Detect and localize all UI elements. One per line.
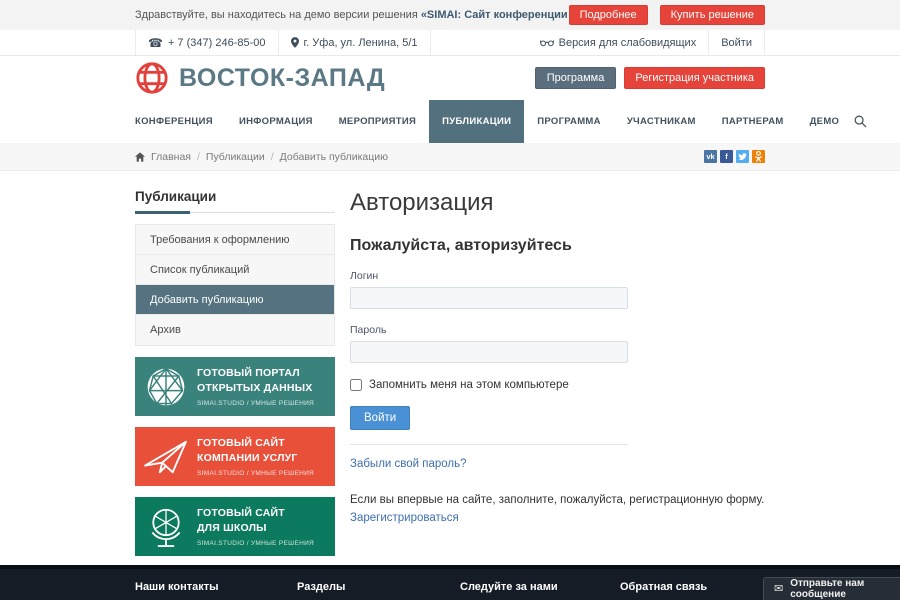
buy-solution-button[interactable]: Купить решение <box>660 5 765 25</box>
register-participant-button[interactable]: Регистрация участника <box>624 67 765 89</box>
remember-me-label: Запомнить меня на этом компьютере <box>369 379 569 391</box>
sidebar-item-requirements[interactable]: Требования к оформлению <box>136 225 334 255</box>
address-text: г. Уфа, ул. Ленина, 5/1 <box>304 37 418 49</box>
twitter-icon[interactable] <box>736 150 749 163</box>
chat-widget-button[interactable]: ✉ Отправьте нам сообщение <box>763 577 900 600</box>
details-button[interactable]: Подробнее <box>569 5 648 25</box>
remember-me-row: Запомнить меня на этом компьютере <box>350 379 765 391</box>
envelope-icon: ✉ <box>774 584 783 595</box>
site-name: ВОСТОК-ЗАПАД <box>179 64 385 93</box>
remember-me-checkbox[interactable] <box>350 379 362 391</box>
sidebar: Публикации Требования к оформлению Списо… <box>135 189 335 556</box>
sidebar-item-archive[interactable]: Архив <box>136 315 334 345</box>
globe-logo-icon <box>135 61 169 95</box>
password-input[interactable] <box>350 341 628 363</box>
breadcrumb-publications-link[interactable]: Публикации <box>206 151 265 163</box>
search-icon[interactable] <box>852 100 869 143</box>
nav-item-information[interactable]: ИНФОРМАЦИЯ <box>226 100 326 143</box>
header: ВОСТОК-ЗАПАД Программа Регистрация участ… <box>0 56 900 100</box>
banner-open-data-portal[interactable]: ГОТОВЫЙ ПОРТАЛ ОТКРЫТЫХ ДАННЫХ SIMAI.STU… <box>135 357 335 416</box>
breadcrumb-current: Добавить публикацию <box>280 151 388 163</box>
accessibility-version-link[interactable]: Версия для слабовидящих <box>528 30 709 55</box>
location-pin-icon <box>291 37 299 48</box>
page: Здравствуйте, вы находитесь на демо верс… <box>0 0 900 600</box>
nav-item-publications[interactable]: ПУБЛИКАЦИИ <box>429 100 524 143</box>
breadcrumb: Главная / Публикации / Добавить публикац… <box>135 151 388 163</box>
info-bar: ☎ + 7 (347) 246-85-00 г. Уфа, ул. Ленина… <box>0 30 900 56</box>
login-submit-button[interactable]: Войти <box>350 406 410 430</box>
globe-stand-icon <box>135 505 197 549</box>
nav-item-program[interactable]: ПРОГРАММА <box>524 100 614 143</box>
registration-hint: Если вы впервые на сайте, заполните, пож… <box>350 492 765 508</box>
login-input[interactable] <box>350 287 628 309</box>
phone-icon: ☎ <box>148 37 163 49</box>
home-icon <box>135 152 145 162</box>
banner-services-site[interactable]: ГОТОВЫЙ САЙТ КОМПАНИИ УСЛУГ SIMAI.STUDIO… <box>135 427 335 486</box>
vk-icon[interactable]: vk <box>704 150 717 163</box>
auth-subtitle: Пожалуйста, авторизуйтесь <box>350 237 765 255</box>
nav-item-events[interactable]: МЕРОПРИЯТИЯ <box>326 100 429 143</box>
demo-solution-name: «SIMAI: Сайт конференции <box>421 9 568 21</box>
nav-item-demo[interactable]: ДЕМО <box>797 100 853 143</box>
password-label: Пароль <box>350 324 765 336</box>
demo-notice-bar: Здравствуйте, вы находитесь на демо верс… <box>0 0 900 30</box>
footer-heading-follow-us: Следуйте за нами <box>460 581 620 593</box>
eyeglasses-icon <box>540 38 554 47</box>
phone-number: + 7 (347) 246-85-00 <box>168 37 266 49</box>
odnoklassniki-icon[interactable] <box>752 150 765 163</box>
facebook-icon[interactable]: f <box>720 150 733 163</box>
paper-plane-icon <box>135 438 197 476</box>
footer-heading-contacts: Наши контакты <box>135 581 297 593</box>
sidebar-menu: Требования к оформлению Список публикаци… <box>135 224 335 346</box>
sidebar-item-publication-list[interactable]: Список публикаций <box>136 255 334 285</box>
nav-item-conference[interactable]: КОНФЕРЕНЦИЯ <box>135 100 226 143</box>
footer-heading-feedback: Обратная связь <box>620 581 707 593</box>
banner-school-site[interactable]: ГОТОВЫЙ САЙТ ДЛЯ ШКОЛЫ SIMAI.STUDIO / УМ… <box>135 497 335 556</box>
nav-item-participants[interactable]: УЧАСТНИКАМ <box>614 100 709 143</box>
program-button[interactable]: Программа <box>535 67 617 89</box>
auth-section: Авторизация Пожалуйста, авторизуйтесь Ло… <box>350 189 765 526</box>
breadcrumb-bar: Главная / Публикации / Добавить публикац… <box>0 143 900 171</box>
footer-heading-sections: Разделы <box>297 581 460 593</box>
sidebar-title: Публикации <box>135 189 335 213</box>
main-navigation: КОНФЕРЕНЦИЯ ИНФОРМАЦИЯ МЕРОПРИЯТИЯ ПУБЛИ… <box>0 100 900 143</box>
social-share-buttons: vk f <box>704 150 765 163</box>
register-link[interactable]: Зарегистрироваться <box>350 512 459 524</box>
login-label: Логин <box>350 270 765 282</box>
form-divider <box>350 444 628 445</box>
site-logo[interactable]: ВОСТОК-ЗАПАД <box>135 61 385 95</box>
content-area: Публикации Требования к оформлению Списо… <box>135 171 765 564</box>
phone-contact: ☎ + 7 (347) 246-85-00 <box>135 30 278 55</box>
sidebar-item-add-publication[interactable]: Добавить публикацию <box>136 285 334 315</box>
login-link[interactable]: Войти <box>708 30 765 55</box>
chat-widget-label: Отправьте нам сообщение <box>790 578 900 600</box>
forgot-password-link[interactable]: Забыли свой пароль? <box>350 458 467 470</box>
nav-item-partners[interactable]: ПАРТНЕРАМ <box>709 100 797 143</box>
address-contact: г. Уфа, ул. Ленина, 5/1 <box>278 30 431 55</box>
demo-notice-text: Здравствуйте, вы находитесь на демо верс… <box>135 9 568 21</box>
network-globe-icon <box>135 365 197 409</box>
breadcrumb-home-link[interactable]: Главная <box>151 151 191 163</box>
page-title: Авторизация <box>350 189 765 217</box>
